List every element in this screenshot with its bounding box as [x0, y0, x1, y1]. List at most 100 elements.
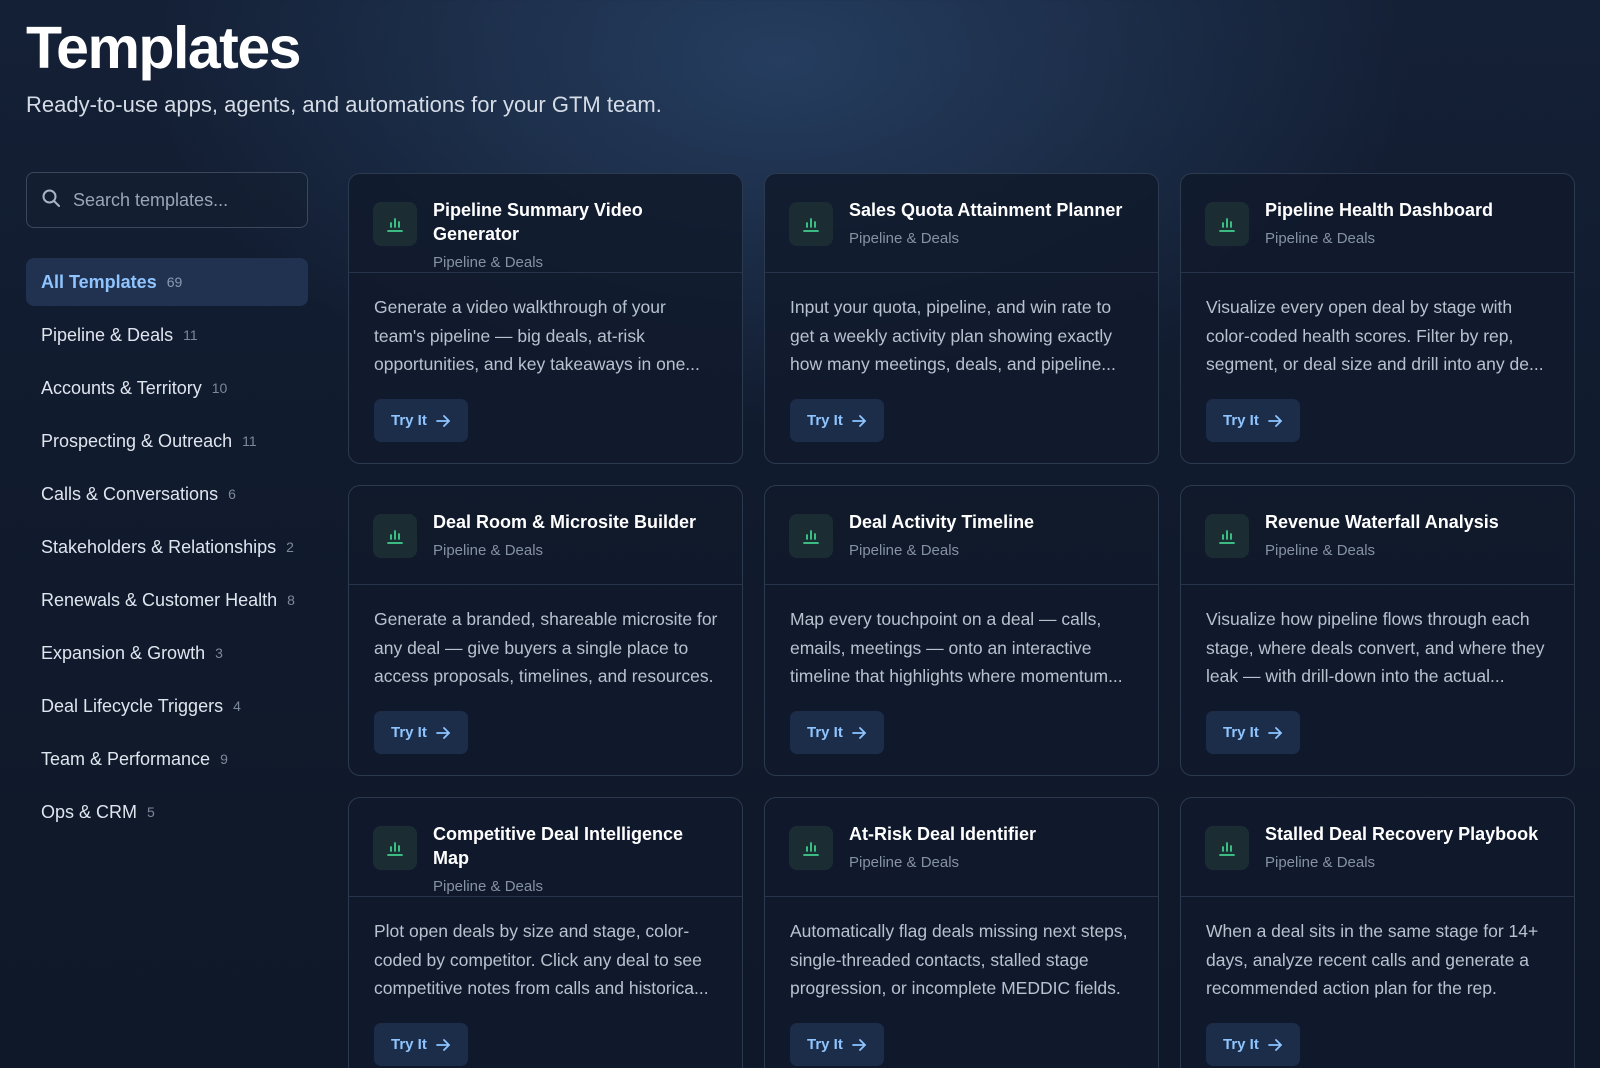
template-card[interactable]: Deal Room & Microsite Builder Pipeline &…: [348, 485, 743, 776]
arrow-right-icon: [1267, 726, 1282, 739]
card-description: Automatically flag deals missing next st…: [790, 921, 1128, 998]
bar-chart-icon: [789, 514, 833, 558]
card-title: Sales Quota Attainment Planner: [849, 200, 1123, 220]
card-header: At-Risk Deal Identifier Pipeline & Deals: [765, 798, 1158, 897]
card-header: Pipeline Health Dashboard Pipeline & Dea…: [1181, 174, 1574, 273]
sidebar-item-count: 6: [228, 486, 236, 502]
try-it-label: Try It: [391, 412, 427, 429]
sidebar-item-all-templates[interactable]: All Templates 69: [26, 258, 308, 306]
try-it-button[interactable]: Try It: [790, 711, 884, 754]
category-sidebar: All Templates 69 Pipeline & Deals 11 Acc…: [26, 258, 308, 841]
sidebar-item-renewals-customer-health[interactable]: Renewals & Customer Health 8: [26, 576, 308, 624]
try-it-button[interactable]: Try It: [790, 399, 884, 442]
template-card[interactable]: Deal Activity Timeline Pipeline & Deals …: [764, 485, 1159, 776]
card-category: Pipeline & Deals: [433, 878, 544, 895]
sidebar-item-label: Deal Lifecycle Triggers: [41, 695, 224, 716]
sidebar-item-prospecting-outreach[interactable]: Prospecting & Outreach 11: [26, 417, 308, 465]
try-it-label: Try It: [391, 1036, 427, 1053]
sidebar-item-label: All Templates: [41, 271, 157, 292]
card-description: Plot open deals by size and stage, color…: [374, 921, 709, 998]
try-it-button[interactable]: Try It: [374, 1023, 468, 1066]
sidebar-item-ops-crm[interactable]: Ops & CRM 5: [26, 788, 308, 836]
card-header: Deal Activity Timeline Pipeline & Deals: [765, 486, 1158, 585]
sidebar-item-count: 8: [287, 592, 295, 608]
card-header: Stalled Deal Recovery Playbook Pipeline …: [1181, 798, 1574, 897]
try-it-button[interactable]: Try It: [790, 1023, 884, 1066]
card-title: At-Risk Deal Identifier: [849, 824, 1037, 844]
bar-chart-icon: [1205, 514, 1249, 558]
try-it-button[interactable]: Try It: [1206, 711, 1300, 754]
card-description: When a deal sits in the same stage for 1…: [1206, 921, 1539, 998]
try-it-label: Try It: [807, 724, 843, 741]
arrow-right-icon: [851, 1038, 866, 1051]
card-header: Sales Quota Attainment Planner Pipeline …: [765, 174, 1158, 273]
search-input[interactable]: [73, 189, 293, 211]
sidebar-item-label: Stakeholders & Relationships: [41, 536, 277, 557]
card-description: Map every touchpoint on a deal — calls, …: [790, 609, 1123, 686]
sidebar-item-count: 4: [233, 698, 241, 714]
sidebar-item-count: 69: [166, 274, 183, 290]
try-it-label: Try It: [391, 724, 427, 741]
card-category: Pipeline & Deals: [849, 542, 960, 559]
card-title: Deal Activity Timeline: [849, 512, 1035, 532]
sidebar-item-label: Expansion & Growth: [41, 642, 206, 663]
try-it-label: Try It: [807, 412, 843, 429]
card-title: Stalled Deal Recovery Playbook: [1265, 824, 1539, 844]
arrow-right-icon: [435, 1038, 450, 1051]
arrow-right-icon: [435, 726, 450, 739]
card-title: Pipeline Health Dashboard: [1265, 200, 1494, 220]
template-card[interactable]: Revenue Waterfall Analysis Pipeline & De…: [1180, 485, 1575, 776]
sidebar-item-label: Team & Performance: [41, 748, 211, 769]
card-description: Generate a video walkthrough of your tea…: [374, 297, 700, 374]
sidebar-item-count: 11: [242, 433, 257, 449]
arrow-right-icon: [851, 414, 866, 427]
card-description: Visualize how pipeline flows through eac…: [1206, 609, 1545, 686]
sidebar-item-label: Accounts & Territory: [41, 377, 202, 398]
try-it-label: Try It: [1223, 412, 1259, 429]
template-card[interactable]: Sales Quota Attainment Planner Pipeline …: [764, 173, 1159, 464]
card-category: Pipeline & Deals: [1265, 542, 1376, 559]
template-card[interactable]: At-Risk Deal Identifier Pipeline & Deals…: [764, 797, 1159, 1068]
bar-chart-icon: [1205, 202, 1249, 246]
sidebar-item-stakeholders-relationships[interactable]: Stakeholders & Relationships 2: [26, 523, 308, 571]
card-category: Pipeline & Deals: [849, 854, 960, 871]
sidebar-item-pipeline-deals[interactable]: Pipeline & Deals 11: [26, 311, 308, 359]
card-title: Pipeline Summary Video Generator: [433, 200, 643, 244]
arrow-right-icon: [1267, 414, 1282, 427]
arrow-right-icon: [851, 726, 866, 739]
arrow-right-icon: [1267, 1038, 1282, 1051]
card-category: Pipeline & Deals: [1265, 230, 1376, 247]
page-title: Templates: [26, 15, 301, 81]
sidebar-item-label: Ops & CRM: [41, 801, 138, 822]
sidebar-item-count: 3: [215, 645, 223, 661]
card-header: Competitive Deal Intelligence Map Pipeli…: [349, 798, 742, 897]
try-it-button[interactable]: Try It: [374, 711, 468, 754]
sidebar-item-count: 11: [183, 327, 198, 343]
card-category: Pipeline & Deals: [1265, 854, 1376, 871]
card-category: Pipeline & Deals: [433, 254, 544, 271]
try-it-label: Try It: [1223, 1036, 1259, 1053]
template-card[interactable]: Stalled Deal Recovery Playbook Pipeline …: [1180, 797, 1575, 1068]
template-card[interactable]: Competitive Deal Intelligence Map Pipeli…: [348, 797, 743, 1068]
bar-chart-icon: [373, 202, 417, 246]
template-card[interactable]: Pipeline Summary Video Generator Pipelin…: [348, 173, 743, 464]
sidebar-item-label: Pipeline & Deals: [41, 324, 174, 345]
card-description: Input your quota, pipeline, and win rate…: [790, 297, 1116, 374]
template-card[interactable]: Pipeline Health Dashboard Pipeline & Dea…: [1180, 173, 1575, 464]
sidebar-item-accounts-territory[interactable]: Accounts & Territory 10: [26, 364, 308, 412]
try-it-button[interactable]: Try It: [1206, 1023, 1300, 1066]
sidebar-item-deal-lifecycle-triggers[interactable]: Deal Lifecycle Triggers 4: [26, 682, 308, 730]
bar-chart-icon: [789, 202, 833, 246]
sidebar-item-calls-conversations[interactable]: Calls & Conversations 6: [26, 470, 308, 518]
card-title: Deal Room & Microsite Builder: [433, 512, 697, 532]
search-icon: [41, 188, 61, 213]
sidebar-item-team-performance[interactable]: Team & Performance 9: [26, 735, 308, 783]
template-grid: Pipeline Summary Video Generator Pipelin…: [348, 173, 1575, 1068]
sidebar-item-label: Calls & Conversations: [41, 483, 219, 504]
try-it-button[interactable]: Try It: [374, 399, 468, 442]
try-it-button[interactable]: Try It: [1206, 399, 1300, 442]
page-subtitle: Ready-to-use apps, agents, and automatio…: [26, 92, 662, 117]
sidebar-item-expansion-growth[interactable]: Expansion & Growth 3: [26, 629, 308, 677]
bar-chart-icon: [1205, 826, 1249, 870]
search-box[interactable]: [26, 172, 308, 228]
